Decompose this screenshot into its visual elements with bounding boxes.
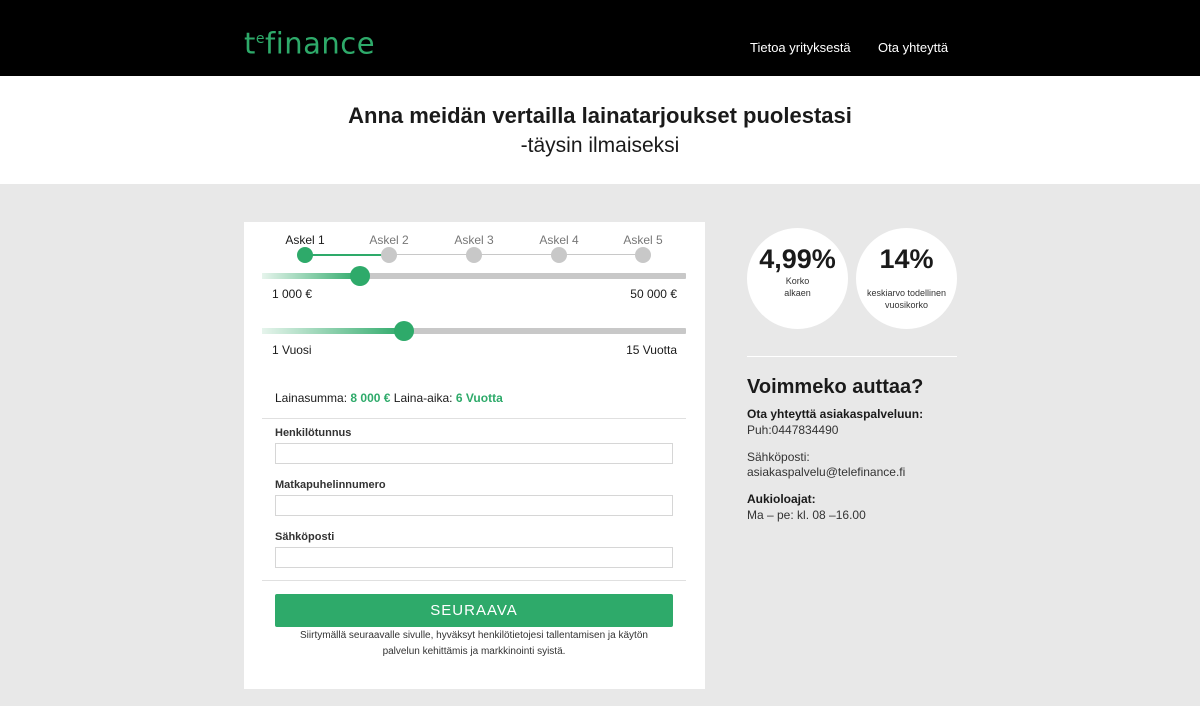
email-input[interactable] (275, 547, 673, 568)
contact-title: Ota yhteyttä asiakaspalveluun: (747, 407, 924, 421)
contact-email-label: Sähköposti: (747, 450, 810, 464)
next-button[interactable]: SEURAAVA (275, 594, 673, 627)
consent-text: Siirtymällä seuraavalle sivulle, hyväksy… (275, 628, 673, 660)
summary-term-value: 6 Vuotta (455, 391, 503, 405)
contact-email[interactable]: asiakaspalvelu@telefinance.fi (747, 465, 905, 479)
step-label-5: Askel 5 (623, 233, 663, 247)
loan-term-max-label: 15 Vuotta (626, 343, 677, 357)
step-label-3: Askel 3 (454, 233, 494, 247)
summary-divider (262, 418, 686, 419)
email-label: Sähköposti (275, 531, 335, 543)
ssn-label: Henkilötunnus (275, 427, 352, 439)
telefinance-logo[interactable]: tefinance (244, 20, 375, 63)
loan-summary: Lainasumma: 8 000 € Laina-aika: 6 Vuotta (275, 391, 503, 405)
loan-amount-slider-thumb[interactable] (350, 266, 370, 286)
hero-section: Anna meidän vertailla lainatarjoukset pu… (0, 76, 1200, 184)
step-label-1: Askel 1 (285, 233, 325, 247)
summary-term-label: Laina-aika: (393, 391, 453, 405)
help-divider (747, 356, 957, 357)
effective-rate-badge: 14% keskiarvo todellinen vuosikorko (856, 228, 957, 329)
loan-term-slider[interactable] (262, 321, 686, 341)
step-dot-4 (551, 247, 567, 263)
loan-amount-min-label: 1 000 € (272, 287, 313, 301)
consent-line-1: Siirtymällä seuraavalle sivulle, hyväksy… (300, 630, 648, 641)
summary-amount-value: 8 000 € (350, 391, 391, 405)
step-dot-2 (381, 247, 397, 263)
loan-amount-max-label: 50 000 € (630, 287, 677, 301)
interest-rate-caption-2: alkaen (784, 288, 811, 298)
step-dot-1 (297, 247, 313, 263)
effective-rate-caption-2: vuosikorko (884, 300, 929, 310)
hero-subtitle: -täysin ilmaiseksi (520, 134, 680, 157)
consent-line-2: palvelun kehittämis ja markkinointi syis… (382, 646, 566, 657)
hero-title: Anna meidän vertailla lainatarjoukset pu… (348, 103, 852, 128)
loan-term-slider-thumb[interactable] (394, 321, 414, 341)
help-title: Voimmeko auttaa? (747, 376, 924, 398)
effective-rate-value: 14% (879, 244, 934, 274)
step-progress-done-line (305, 254, 390, 256)
step-label-2: Askel 2 (369, 233, 409, 247)
opening-hours-title: Aukioloajat: (747, 492, 816, 506)
form-divider (262, 580, 686, 581)
loan-amount-slider[interactable] (262, 266, 686, 286)
loan-amount-slider-fill (262, 273, 360, 279)
summary-amount-label: Lainasumma: (275, 391, 348, 405)
interest-rate-caption-1: Korko (785, 276, 810, 286)
effective-rate-caption-1: keskiarvo todellinen (866, 288, 947, 298)
nav-link-about[interactable]: Tietoa yrityksestä (750, 40, 851, 55)
interest-rate-badge: 4,99% Korko alkaen (747, 228, 848, 329)
step-label-4: Askel 4 (539, 233, 579, 247)
opening-hours: Ma – pe: kl. 08 –16.00 (747, 508, 866, 522)
contact-phone[interactable]: Puh:0447834490 (747, 423, 838, 437)
nav-link-contact[interactable]: Ota yhteyttä (878, 40, 948, 55)
interest-rate-value: 4,99% (759, 244, 836, 274)
step-dot-3 (466, 247, 482, 263)
loan-term-min-label: 1 Vuosi (272, 343, 312, 357)
ssn-input[interactable] (275, 443, 673, 464)
top-navigation-bar: tefinance Tietoa yrityksestä Ota yhteytt… (0, 0, 1200, 76)
phone-input[interactable] (275, 495, 673, 516)
loan-term-slider-fill (262, 328, 404, 334)
step-dot-5 (635, 247, 651, 263)
loan-application-card: Askel 1 Askel 2 Askel 3 Askel 4 Askel 5 … (244, 222, 705, 689)
phone-label: Matkapuhelinnumero (275, 479, 386, 491)
